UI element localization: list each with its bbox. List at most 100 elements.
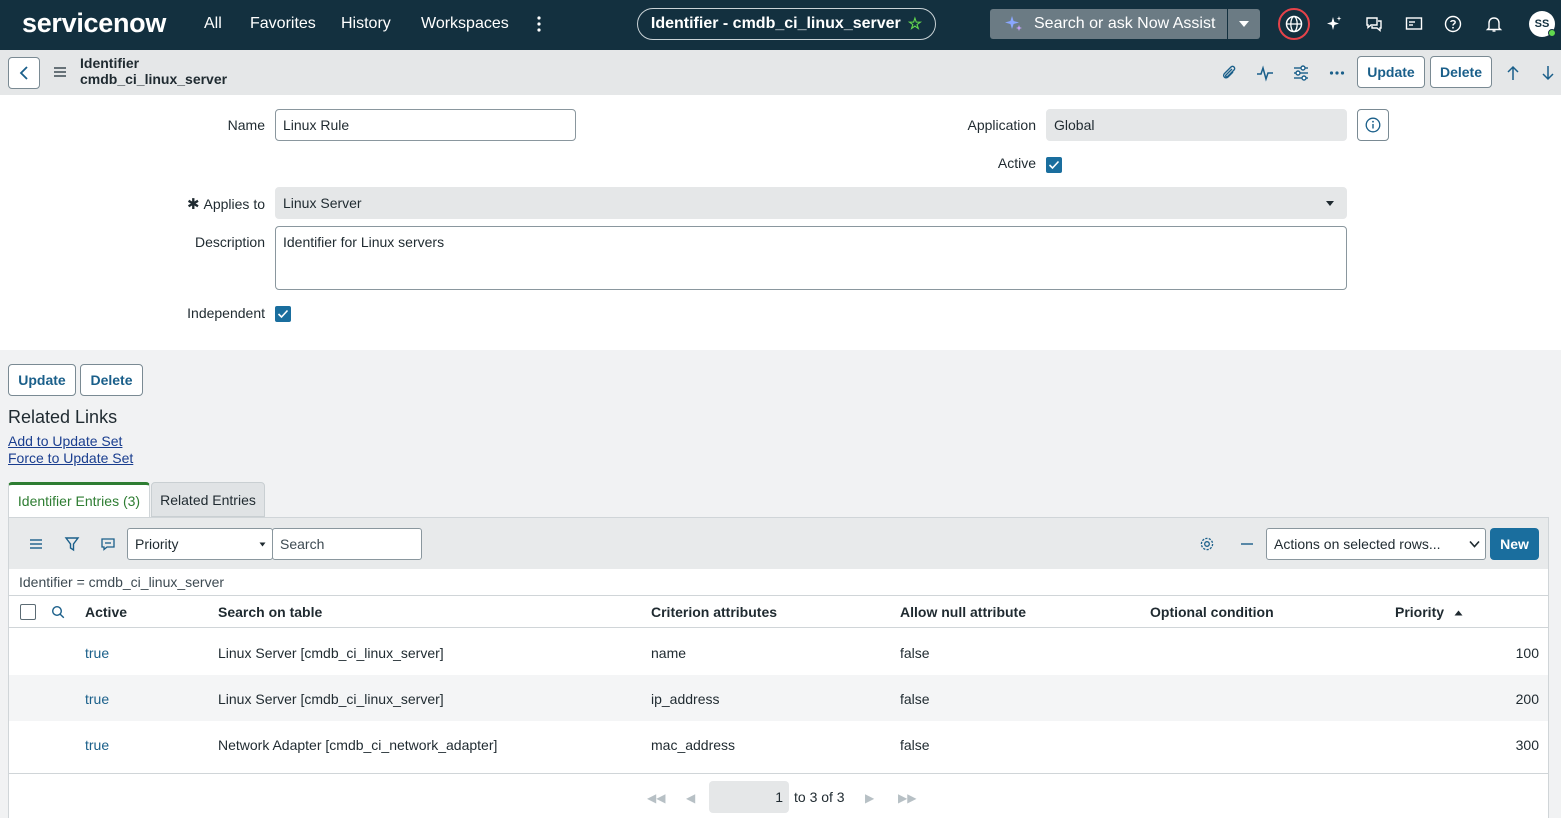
column-header-row: Active Search on table Criterion attribu… xyxy=(9,595,1548,628)
page-range: to 3 of 3 xyxy=(794,789,845,805)
hamburger-menu-icon[interactable] xyxy=(53,66,67,78)
activity-icon[interactable] xyxy=(1256,64,1274,82)
cell-active[interactable]: true xyxy=(85,645,109,661)
delete-button[interactable]: Delete xyxy=(1430,56,1492,88)
column-allow-null-attribute[interactable]: Allow null attribute xyxy=(900,604,1026,620)
cell-priority: 100 xyxy=(1515,645,1539,661)
nav-workspaces[interactable]: Workspaces xyxy=(421,15,509,33)
active-label: Active xyxy=(997,155,1036,171)
pagination: ◀◀ ◀ 1 to 3 of 3 ▶ ▶▶ xyxy=(9,773,1548,818)
description-field[interactable]: Identifier for Linux servers xyxy=(275,226,1347,290)
table-row[interactable]: true Network Adapter [cmdb_ci_network_ad… xyxy=(9,721,1548,767)
cell-table: Linux Server [cmdb_ci_linux_server] xyxy=(218,645,444,661)
related-list: Priority Search Actions on selected rows… xyxy=(8,517,1549,818)
description-label: Description xyxy=(194,234,265,250)
star-icon[interactable]: ☆ xyxy=(908,14,922,34)
avatar-initials: SS xyxy=(1534,18,1550,30)
globe-button[interactable] xyxy=(1278,8,1310,40)
cell-table: Network Adapter [cmdb_ci_network_adapter… xyxy=(218,737,498,753)
new-button[interactable]: New xyxy=(1490,528,1539,560)
next-page-icon[interactable]: ▶ xyxy=(865,791,874,805)
add-to-update-set-link[interactable]: Add to Update Set xyxy=(8,433,122,449)
chat-icon[interactable] xyxy=(1365,15,1383,33)
avatar[interactable]: SS xyxy=(1529,11,1556,37)
more-vertical-icon[interactable] xyxy=(534,14,544,34)
bottom-delete-button[interactable]: Delete xyxy=(80,364,143,396)
column-active[interactable]: Active xyxy=(85,604,127,620)
page-input[interactable]: 1 xyxy=(709,781,789,813)
collapse-icon[interactable] xyxy=(1239,536,1255,552)
name-field[interactable]: Linux Rule xyxy=(275,109,576,141)
arrow-up-icon[interactable] xyxy=(1504,64,1522,82)
list-search-input[interactable]: Search xyxy=(272,528,422,560)
column-optional-condition[interactable]: Optional condition xyxy=(1150,604,1274,620)
application-label: Application xyxy=(967,117,1037,133)
search-placeholder: Search or ask Now Assist xyxy=(1034,15,1216,32)
previous-page-icon[interactable]: ◀ xyxy=(686,791,695,805)
cell-table: Linux Server [cmdb_ci_linux_server] xyxy=(218,691,444,707)
select-all-checkbox[interactable] xyxy=(20,604,36,620)
actions-select[interactable]: Actions on selected rows... xyxy=(1266,528,1486,560)
screen-cast-icon[interactable] xyxy=(1405,15,1423,33)
list-menu-icon[interactable] xyxy=(28,536,44,552)
now-assist-search[interactable]: Search or ask Now Assist xyxy=(990,9,1227,39)
independent-checkbox[interactable] xyxy=(275,306,291,322)
bell-icon[interactable] xyxy=(1485,15,1503,33)
cell-priority: 300 xyxy=(1515,737,1539,753)
info-button[interactable] xyxy=(1357,109,1389,141)
cell-allow-null: false xyxy=(900,691,930,707)
name-label: Name xyxy=(227,117,265,133)
servicenow-logo[interactable]: servicenow xyxy=(22,8,166,39)
list-toolbar: Priority Search Actions on selected rows… xyxy=(9,518,1548,569)
nav-favorites[interactable]: Favorites xyxy=(250,15,316,33)
form-body: Name Linux Rule Application Global Activ… xyxy=(0,95,1561,350)
last-page-icon[interactable]: ▶▶ xyxy=(898,791,916,805)
status-indicator xyxy=(1548,29,1556,37)
sparkle-icon xyxy=(1005,16,1022,31)
more-horizontal-icon[interactable] xyxy=(1328,64,1346,82)
record-title-pill[interactable]: Identifier - cmdb_ci_linux_server ☆ xyxy=(637,8,936,40)
table-row[interactable]: true Linux Server [cmdb_ci_linux_server]… xyxy=(9,675,1548,721)
checkmark-icon xyxy=(277,309,289,319)
bottom-update-button[interactable]: Update xyxy=(8,364,76,396)
cell-criterion: ip_address xyxy=(651,691,720,707)
globe-icon xyxy=(1285,15,1303,33)
breadcrumb[interactable]: Identifier = cmdb_ci_linux_server xyxy=(19,574,224,590)
table-row[interactable]: true Linux Server [cmdb_ci_linux_server]… xyxy=(9,629,1548,675)
settings-sliders-icon[interactable] xyxy=(1292,64,1310,82)
search-icon[interactable] xyxy=(51,605,65,619)
chevron-left-icon xyxy=(19,66,28,80)
back-button[interactable] xyxy=(8,57,40,89)
now-assist-icon[interactable] xyxy=(1325,15,1343,33)
first-page-icon[interactable]: ◀◀ xyxy=(647,791,665,805)
nav-all[interactable]: All xyxy=(204,15,222,33)
caret-down-icon xyxy=(1239,21,1249,27)
cell-active[interactable]: true xyxy=(85,737,109,753)
search-field-select[interactable]: Priority xyxy=(127,528,273,560)
column-criterion-attributes[interactable]: Criterion attributes xyxy=(651,604,777,620)
applies-to-select[interactable]: Linux Server xyxy=(275,187,1347,219)
caret-down-icon xyxy=(259,542,266,547)
tab-related-entries[interactable]: Related Entries xyxy=(151,482,265,517)
filter-icon[interactable] xyxy=(64,536,80,552)
search-dropdown-button[interactable] xyxy=(1228,9,1260,39)
arrow-down-icon[interactable] xyxy=(1539,64,1557,82)
cell-active[interactable]: true xyxy=(85,691,109,707)
update-button[interactable]: Update xyxy=(1357,56,1425,88)
applies-to-label-text: Applies to xyxy=(203,196,265,212)
related-links-title: Related Links xyxy=(8,407,118,427)
gear-icon[interactable] xyxy=(1199,536,1215,552)
column-priority[interactable]: Priority xyxy=(1395,604,1463,620)
paperclip-icon[interactable] xyxy=(1220,64,1238,82)
column-search-on-table[interactable]: Search on table xyxy=(218,604,322,620)
independent-label: Independent xyxy=(187,305,265,321)
comment-icon[interactable] xyxy=(100,536,116,552)
chevron-down-icon xyxy=(1469,540,1480,548)
info-icon xyxy=(1365,117,1381,133)
active-checkbox[interactable] xyxy=(1046,157,1062,173)
tab-identifier-entries[interactable]: Identifier Entries (3) xyxy=(8,482,150,517)
force-to-update-set-link[interactable]: Force to Update Set xyxy=(8,450,133,466)
nav-history[interactable]: History xyxy=(341,15,391,33)
applies-to-value: Linux Server xyxy=(283,195,362,211)
help-icon[interactable] xyxy=(1444,15,1462,33)
